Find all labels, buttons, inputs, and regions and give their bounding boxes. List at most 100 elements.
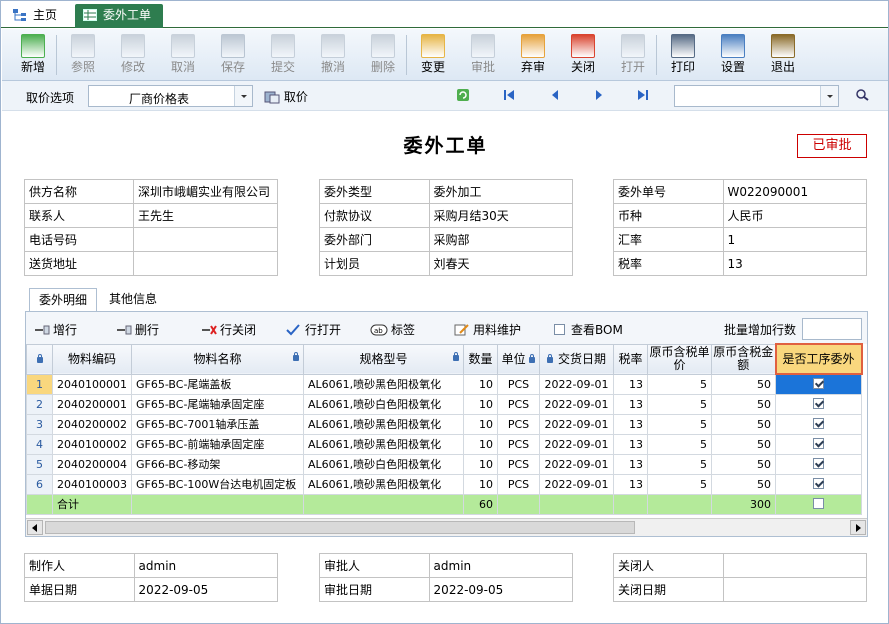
form-value[interactable]: 13 xyxy=(722,251,867,276)
table-cell-n[interactable]: 6 xyxy=(26,473,53,495)
form-value[interactable]: admin xyxy=(133,553,279,578)
scroll-left-icon[interactable] xyxy=(27,520,43,535)
table-cell-qty[interactable]: 10 xyxy=(463,433,498,455)
form-value[interactable]: 采购部 xyxy=(428,227,574,252)
table-cell-price[interactable]: 5 xyxy=(647,433,712,455)
column-header[interactable]: 税率 xyxy=(613,343,648,375)
table-cell-date[interactable]: 2022-09-01 xyxy=(539,393,614,415)
table-cell-code[interactable]: 2040100002 xyxy=(52,433,132,455)
table-cell-amount[interactable]: 50 xyxy=(711,453,776,475)
view-bom-toggle[interactable]: 查看BOM xyxy=(554,321,623,338)
tab-home[interactable]: 主页 xyxy=(5,4,69,28)
toolbar-button-13[interactable]: 打印 xyxy=(660,31,706,79)
table-cell-qty[interactable]: 10 xyxy=(463,473,498,495)
table-cell-name[interactable]: GF65-BC-前端轴承固定座 xyxy=(131,433,304,455)
column-header[interactable]: 数量 xyxy=(463,343,498,375)
table-cell-amount[interactable]: 50 xyxy=(711,393,776,415)
table-cell-amount[interactable]: 50 xyxy=(711,473,776,495)
table-row[interactable]: 1 2040100001 GF65-BC-尾端盖板 AL6061,喷砂黑色阳极氧化 10… xyxy=(26,373,862,395)
toolbar-button-0[interactable]: 新增 xyxy=(10,31,56,79)
table-cell-qty[interactable]: 10 xyxy=(463,453,498,475)
table-cell-spec[interactable]: AL6061,喷砂白色阳极氧化 xyxy=(303,453,464,475)
column-header[interactable]: 交货日期 xyxy=(539,343,614,375)
form-value[interactable]: 2022-09-05 xyxy=(133,577,279,602)
table-cell-amount[interactable]: 50 xyxy=(711,373,776,395)
toolbar-button-8[interactable]: 变更 xyxy=(410,31,456,79)
table-cell-tax[interactable]: 13 xyxy=(613,413,648,435)
table-cell-outsource[interactable] xyxy=(775,433,862,455)
last-record-icon[interactable] xyxy=(636,88,650,102)
table-cell-amount[interactable]: 50 xyxy=(711,433,776,455)
form-value[interactable]: 人民币 xyxy=(722,203,867,228)
toolbar-button-11[interactable]: 关闭 xyxy=(560,31,606,79)
table-cell-outsource[interactable] xyxy=(775,373,862,395)
next-record-icon[interactable] xyxy=(592,88,606,102)
column-header[interactable]: 原币含税单价 xyxy=(647,343,712,375)
table-cell-tax[interactable]: 13 xyxy=(613,453,648,475)
table-cell-n[interactable]: 2 xyxy=(26,393,53,415)
outsource-checkbox[interactable] xyxy=(813,417,824,429)
toolbar-button-10[interactable]: 弃审 xyxy=(510,31,556,79)
toolbar-button-4[interactable]: 保存 xyxy=(210,31,256,79)
toolbar-button-6[interactable]: 撤消 xyxy=(310,31,356,79)
table-cell-spec[interactable]: AL6061,喷砂黑色阳极氧化 xyxy=(303,473,464,495)
table-row[interactable]: 6 2040100003 GF65-BC-100W台达电机固定板 AL6061,喷砂黑… xyxy=(26,473,862,495)
table-cell-price[interactable]: 5 xyxy=(647,393,712,415)
horizontal-scrollbar[interactable] xyxy=(26,518,867,536)
price-option-select[interactable]: 厂商价格表 xyxy=(88,85,253,107)
form-value[interactable]: 1 xyxy=(722,227,867,252)
toolbar-button-2[interactable]: 修改 xyxy=(110,31,156,79)
toolbar-button-5[interactable]: 提交 xyxy=(260,31,306,79)
column-header[interactable]: 物料编码 xyxy=(52,343,132,375)
tab-outsourcing-detail[interactable]: 委外明细 xyxy=(29,288,97,312)
scroll-thumb[interactable] xyxy=(45,521,635,534)
column-header[interactable]: 单位 xyxy=(497,343,540,375)
table-cell-tax[interactable]: 13 xyxy=(613,393,648,415)
outsource-checkbox[interactable] xyxy=(813,477,824,489)
column-header[interactable]: 原币含税金额 xyxy=(711,343,776,375)
table-cell-unit[interactable]: PCS xyxy=(497,453,540,475)
chevron-down-icon[interactable] xyxy=(820,86,838,106)
table-cell-spec[interactable]: AL6061,喷砂黑色阳极氧化 xyxy=(303,413,464,435)
toolbar-button-15[interactable]: 退出 xyxy=(760,31,806,79)
tag-button[interactable]: ab 标签 xyxy=(370,321,415,338)
form-value[interactable]: W022090001 xyxy=(722,179,867,204)
first-record-icon[interactable] xyxy=(502,88,516,102)
table-cell-name[interactable]: GF66-BC-移动架 xyxy=(131,453,304,475)
table-cell-code[interactable]: 2040200001 xyxy=(52,393,132,415)
table-cell-name[interactable]: GF65-BC-尾端轴承固定座 xyxy=(131,393,304,415)
table-cell-qty[interactable]: 10 xyxy=(463,393,498,415)
table-row[interactable]: 4 2040100002 GF65-BC-前端轴承固定座 AL6061,喷砂黑色阳极氧… xyxy=(26,433,862,455)
form-value[interactable]: 深圳市峨嵋实业有限公司 xyxy=(133,179,278,204)
table-cell-date[interactable]: 2022-09-01 xyxy=(539,413,614,435)
table-cell-price[interactable]: 5 xyxy=(647,413,712,435)
toolbar-button-9[interactable]: 审批 xyxy=(460,31,506,79)
form-value[interactable]: admin xyxy=(428,553,574,578)
table-cell-spec[interactable]: AL6061,喷砂白色阳极氧化 xyxy=(303,393,464,415)
table-cell-price[interactable]: 5 xyxy=(647,453,712,475)
add-row-button[interactable]: 增行 xyxy=(34,321,77,338)
table-cell-name[interactable]: GF65-BC-100W台达电机固定板 xyxy=(131,473,304,495)
table-row[interactable]: 3 2040200002 GF65-BC-7001轴承压盖 AL6061,喷砂黑色阳极… xyxy=(26,413,862,435)
batch-add-input[interactable] xyxy=(802,318,862,340)
table-cell-tax[interactable]: 13 xyxy=(613,473,648,495)
scroll-right-icon[interactable] xyxy=(850,520,866,535)
outsource-checkbox[interactable] xyxy=(813,457,824,469)
table-cell-outsource[interactable] xyxy=(775,453,862,475)
form-value[interactable]: 2022-09-05 xyxy=(428,577,574,602)
table-cell-n[interactable]: 1 xyxy=(26,373,53,395)
column-header[interactable]: 是否工序委外 xyxy=(774,343,863,375)
table-cell-date[interactable]: 2022-09-01 xyxy=(539,433,614,455)
table-cell-price[interactable]: 5 xyxy=(647,473,712,495)
table-cell-code[interactable]: 2040100001 xyxy=(52,373,132,395)
column-header[interactable]: 物料名称 xyxy=(131,343,304,375)
table-cell-unit[interactable]: PCS xyxy=(497,413,540,435)
fetch-price-button[interactable]: 取价 xyxy=(264,88,308,105)
toolbar-button-3[interactable]: 取消 xyxy=(160,31,206,79)
table-cell-date[interactable]: 2022-09-01 xyxy=(539,453,614,475)
chevron-down-icon[interactable] xyxy=(234,86,252,106)
form-value[interactable]: 采购月结30天 xyxy=(428,203,574,228)
view-bom-checkbox[interactable] xyxy=(554,324,565,335)
table-cell-n[interactable]: 5 xyxy=(26,453,53,475)
table-cell-code[interactable]: 2040200004 xyxy=(52,453,132,475)
